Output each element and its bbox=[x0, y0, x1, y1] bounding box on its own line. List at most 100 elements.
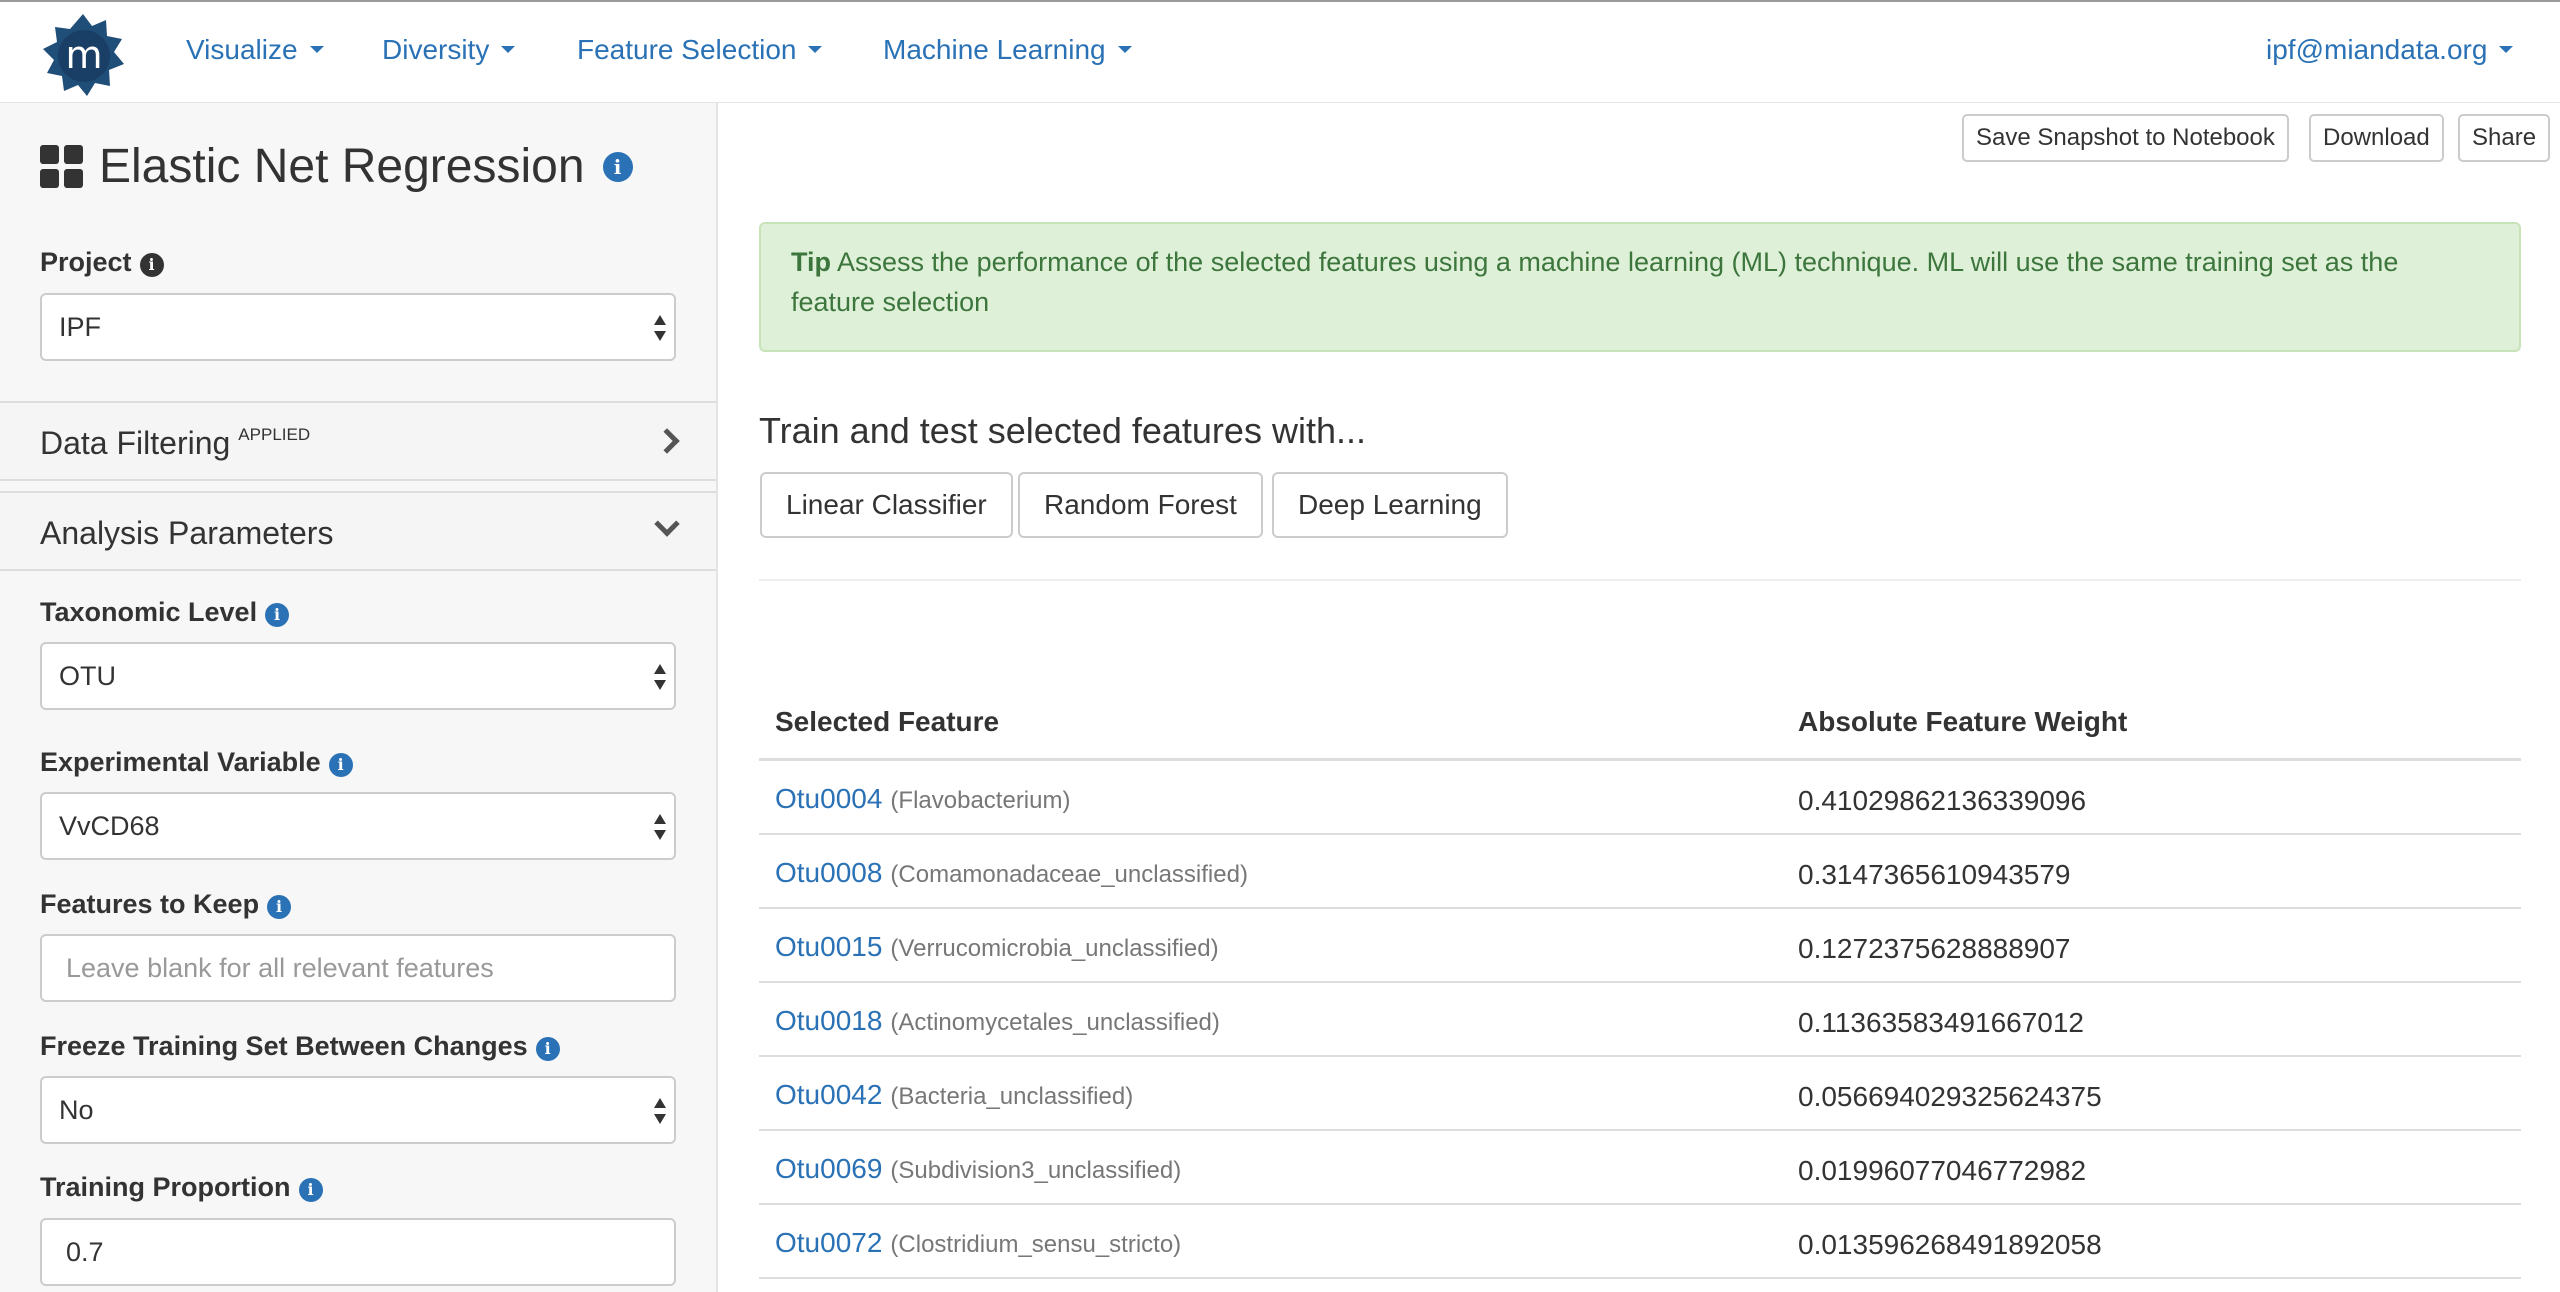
user-menu[interactable]: ipf@miandata.org bbox=[2266, 34, 2514, 66]
nav-diversity-label: Diversity bbox=[382, 34, 490, 65]
nav-diversity[interactable]: Diversity bbox=[382, 34, 516, 66]
feature-weight: 0.41029862136339096 bbox=[1798, 785, 2087, 816]
divider bbox=[759, 579, 2521, 581]
mian-logo[interactable]: m bbox=[40, 12, 126, 98]
table-row: Otu0072 (Clostridium_sensu_stricto) 0.013… bbox=[759, 1205, 2521, 1279]
feature-link[interactable]: Otu0018 bbox=[775, 1005, 882, 1036]
feature-link[interactable]: Otu0072 bbox=[775, 1227, 882, 1258]
logo-letter: m bbox=[65, 33, 102, 77]
feature-link[interactable]: Otu0069 bbox=[775, 1153, 882, 1184]
caret-down-icon bbox=[309, 46, 324, 54]
feature-taxon: (Bacteria_unclassified) bbox=[890, 1083, 1134, 1110]
features-to-keep-placeholder: Leave blank for all relevant features bbox=[66, 953, 494, 983]
nav-visualize-label: Visualize bbox=[186, 34, 298, 65]
feature-cell: Otu0072 (Clostridium_sensu_stricto) bbox=[775, 1227, 1181, 1259]
training-proportion-label: Training Proportion i bbox=[40, 1172, 323, 1203]
feature-weight-header: Absolute Feature Weight bbox=[1798, 706, 2128, 737]
features-to-keep-label-text: Features to Keep bbox=[40, 889, 260, 919]
nav-feature-selection-label: Feature Selection bbox=[577, 34, 797, 65]
caret-down-icon bbox=[808, 46, 823, 54]
freeze-training-select[interactable]: No bbox=[40, 1076, 676, 1144]
info-icon[interactable]: i bbox=[602, 151, 633, 182]
page-title-text: Elastic Net Regression bbox=[99, 140, 585, 193]
select-arrows-icon bbox=[652, 814, 666, 840]
feature-taxon: (Comamonadaceae_unclassified) bbox=[890, 861, 1248, 888]
table-row: Otu0008 (Comamonadaceae_unclassified) 0.3… bbox=[759, 835, 2521, 909]
data-filtering-panel-header[interactable]: Data Filtering APPLIED bbox=[0, 401, 716, 481]
analysis-parameters-title: Analysis Parameters bbox=[40, 515, 334, 551]
freeze-training-value: No bbox=[59, 1095, 94, 1125]
table-row: Otu0018 (Actinomycetales_unclassified) 0.… bbox=[759, 983, 2521, 1057]
nav-machine-learning-label: Machine Learning bbox=[883, 34, 1106, 65]
training-proportion-input[interactable]: 0.7 bbox=[40, 1218, 676, 1286]
feature-cell: Otu0004 (Flavobacterium) bbox=[775, 783, 1070, 815]
feature-weight: 0.1272375628888907 bbox=[1798, 933, 2071, 964]
select-arrows-icon bbox=[652, 315, 666, 341]
project-label-text: Project bbox=[40, 247, 132, 277]
feature-taxon: (Subdivision3_unclassified) bbox=[890, 1157, 1182, 1184]
info-icon[interactable]: i bbox=[265, 603, 290, 627]
linear-classifier-button[interactable]: Linear Classifier bbox=[760, 472, 1013, 538]
top-navbar: m Visualize Diversity Feature Selection … bbox=[0, 0, 2560, 103]
caret-down-icon bbox=[501, 46, 516, 54]
train-heading: Train and test selected features with... bbox=[759, 410, 1366, 451]
info-icon[interactable]: i bbox=[298, 1178, 323, 1202]
nav-feature-selection[interactable]: Feature Selection bbox=[577, 34, 823, 66]
feature-weight: 0.01996077046772982 bbox=[1798, 1155, 2087, 1186]
taxonomic-level-value: OTU bbox=[59, 661, 116, 691]
selected-feature-header: Selected Feature bbox=[775, 706, 1000, 737]
table-row: Otu0004 (Flavobacterium) 0.41029862136339… bbox=[759, 761, 2521, 835]
data-filtering-title: Data Filtering APPLIED bbox=[40, 425, 310, 462]
user-email: ipf@miandata.org bbox=[2266, 34, 2488, 65]
taxonomic-level-label: Taxonomic Level i bbox=[40, 597, 290, 628]
feature-link[interactable]: Otu0008 bbox=[775, 857, 882, 888]
deep-learning-button[interactable]: Deep Learning bbox=[1272, 472, 1508, 538]
select-arrows-icon bbox=[652, 1098, 666, 1124]
experimental-variable-select[interactable]: VvCD68 bbox=[40, 792, 676, 860]
taxonomic-level-select[interactable]: OTU bbox=[40, 642, 676, 710]
chevron-down-icon bbox=[654, 511, 680, 537]
save-snapshot-button[interactable]: Save Snapshot to Notebook bbox=[1962, 114, 2289, 162]
feature-cell: Otu0008 (Comamonadaceae_unclassified) bbox=[775, 857, 1248, 889]
feature-taxon: (Flavobacterium) bbox=[890, 787, 1071, 814]
experimental-variable-value: VvCD68 bbox=[59, 811, 160, 841]
info-icon[interactable]: i bbox=[267, 895, 292, 919]
experimental-variable-label: Experimental Variable i bbox=[40, 747, 353, 778]
table-row: Otu0069 (Subdivision3_unclassified) 0.019… bbox=[759, 1131, 2521, 1205]
feature-cell: Otu0042 (Bacteria_unclassified) bbox=[775, 1079, 1133, 1111]
table-row: Otu0015 (Verrucomicrobia_unclassified) 0.… bbox=[759, 909, 2521, 983]
feature-link[interactable]: Otu0004 bbox=[775, 783, 882, 814]
caret-down-icon bbox=[1117, 46, 1132, 54]
features-to-keep-input[interactable]: Leave blank for all relevant features bbox=[40, 934, 676, 1002]
tip-text: Assess the performance of the selected f… bbox=[791, 247, 2399, 317]
feature-weight: 0.3147365610943579 bbox=[1798, 859, 2071, 890]
dashboard-icon bbox=[40, 145, 83, 188]
feature-link[interactable]: Otu0015 bbox=[775, 931, 882, 962]
nav-visualize[interactable]: Visualize bbox=[186, 34, 324, 66]
feature-weight: 0.11363583491667012 bbox=[1798, 1007, 2085, 1038]
freeze-training-label-text: Freeze Training Set Between Changes bbox=[40, 1031, 528, 1061]
features-to-keep-label: Features to Keep i bbox=[40, 889, 292, 920]
share-button[interactable]: Share bbox=[2458, 114, 2551, 162]
feature-cell: Otu0018 (Actinomycetales_unclassified) bbox=[775, 1005, 1220, 1037]
training-proportion-value: 0.7 bbox=[66, 1237, 104, 1267]
download-button[interactable]: Download bbox=[2309, 114, 2444, 162]
project-select[interactable]: IPF bbox=[40, 293, 676, 361]
taxonomic-level-label-text: Taxonomic Level bbox=[40, 597, 258, 627]
random-forest-button[interactable]: Random Forest bbox=[1018, 472, 1263, 538]
applied-badge: APPLIED bbox=[238, 425, 311, 444]
info-icon[interactable]: i bbox=[328, 753, 353, 777]
page-title: Elastic Net Regression i bbox=[40, 139, 633, 194]
feature-link[interactable]: Otu0042 bbox=[775, 1079, 882, 1110]
info-icon[interactable]: i bbox=[139, 253, 164, 277]
training-proportion-label-text: Training Proportion bbox=[40, 1172, 291, 1202]
nav-machine-learning[interactable]: Machine Learning bbox=[883, 34, 1132, 66]
project-label: Project i bbox=[40, 247, 164, 278]
experimental-variable-label-text: Experimental Variable bbox=[40, 747, 321, 777]
feature-cell: Otu0015 (Verrucomicrobia_unclassified) bbox=[775, 931, 1219, 963]
analysis-parameters-panel-header[interactable]: Analysis Parameters bbox=[0, 491, 716, 571]
select-arrows-icon bbox=[652, 664, 666, 690]
project-select-value: IPF bbox=[59, 312, 102, 342]
info-icon[interactable]: i bbox=[535, 1037, 560, 1061]
sidebar: Elastic Net Regression i Project i IPF Da… bbox=[0, 103, 718, 1292]
